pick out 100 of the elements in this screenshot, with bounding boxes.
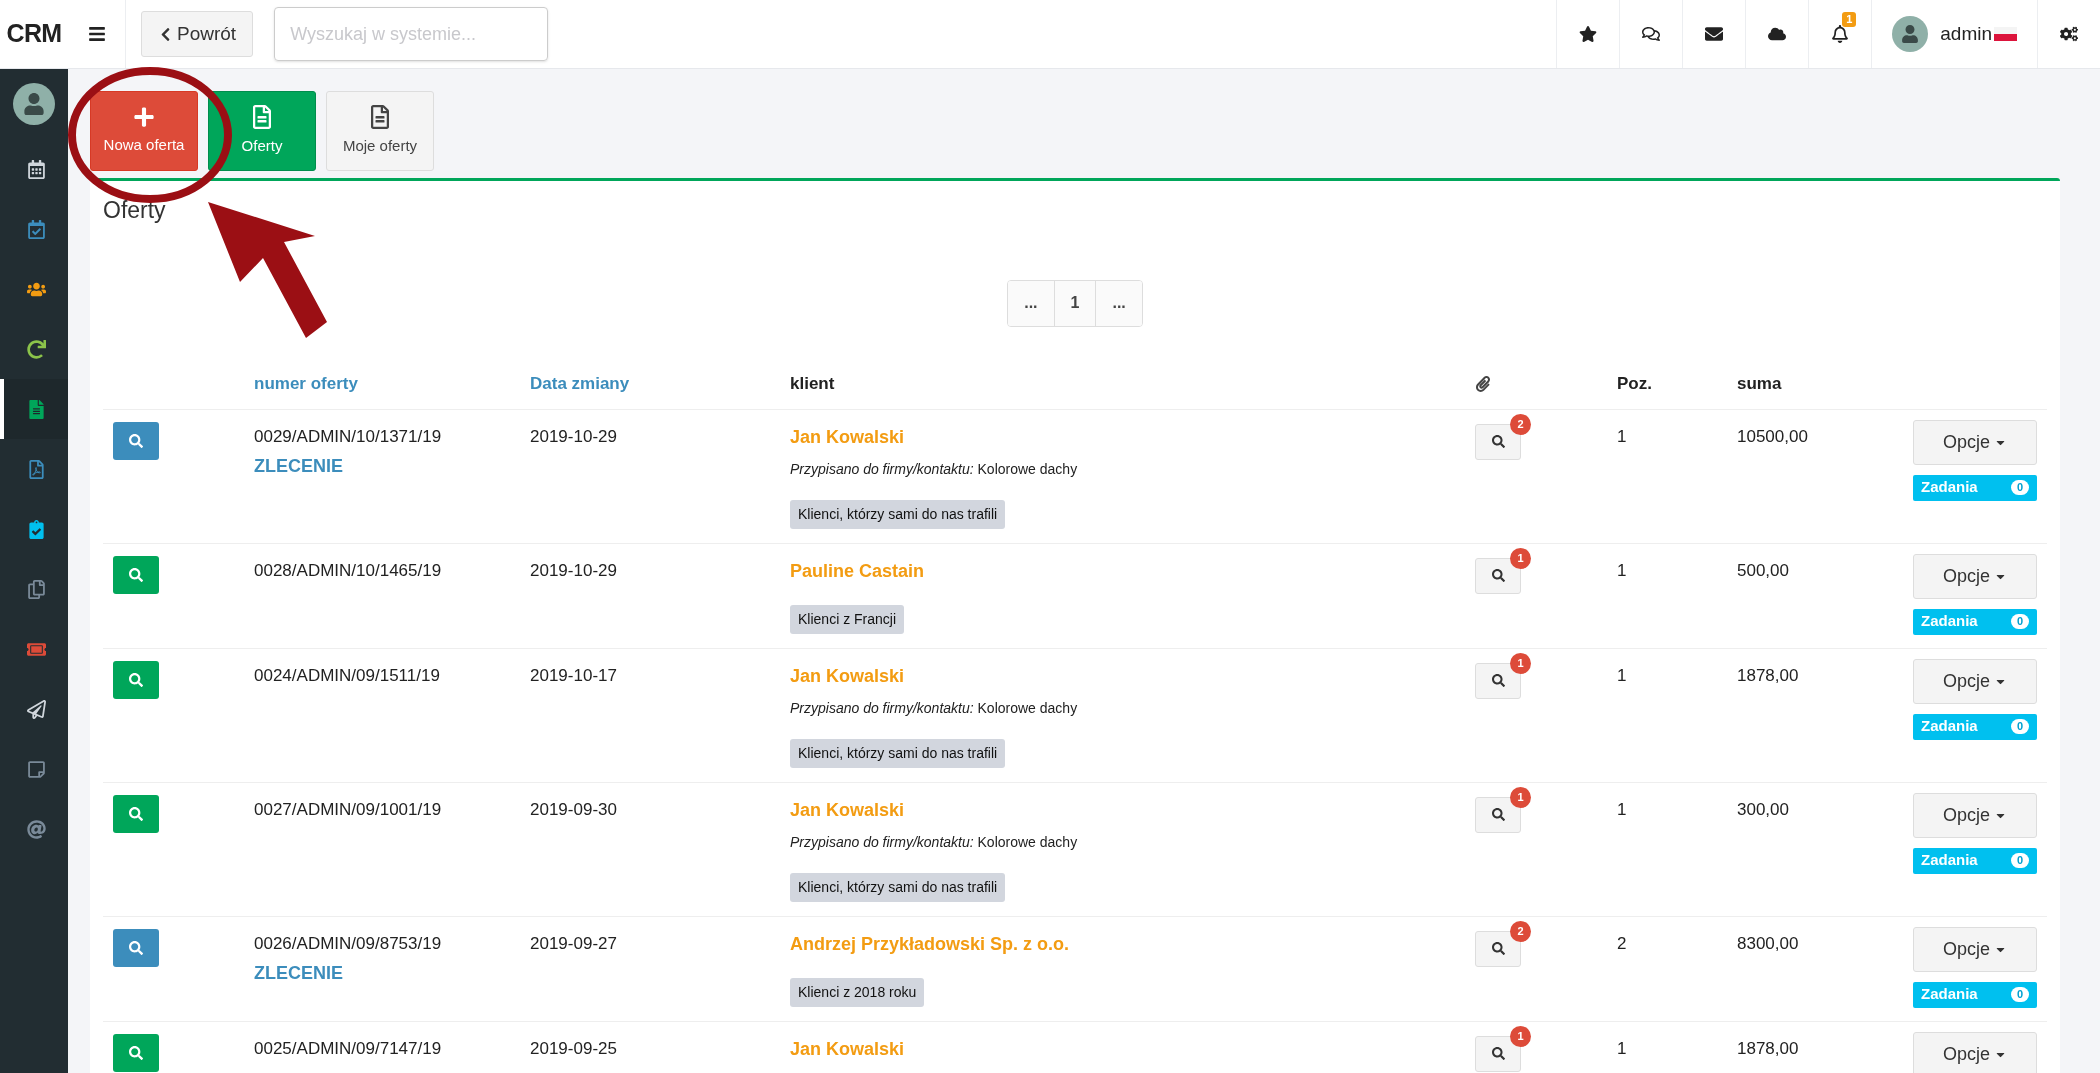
client-group-tag: Klienci, którzy sami do nas trafili [790, 872, 1006, 902]
tasks-button[interactable]: Zadania 0 [1913, 981, 2037, 1008]
client-link[interactable]: Jan Kowalski [790, 662, 905, 690]
positions-count: 1 [1617, 1038, 1627, 1058]
client-link[interactable]: Andrzej Przykładowski Sp. z o.o. [790, 930, 1070, 958]
bell-button[interactable]: 1 [1808, 0, 1872, 68]
client-group-tag: Klienci z Francji [790, 604, 905, 634]
options-button[interactable]: Opcje [1913, 792, 2037, 838]
positions-count: 2 [1617, 933, 1627, 953]
tasks-count-badge: 0 [2010, 614, 2029, 629]
change-date: 2019-10-29 [530, 426, 617, 446]
offer-number: 0027/ADMIN/09/1001/19 [254, 798, 443, 821]
settings-icon [2060, 25, 2078, 43]
tasks-button[interactable]: Zadania 0 [1913, 713, 2037, 740]
options-button[interactable]: Opcje [1913, 658, 2037, 704]
flag-icon [1994, 27, 2017, 41]
tasks-button[interactable]: Zadania 0 [1913, 608, 2037, 635]
toolbar-button[interactable]: Moje oferty [326, 91, 434, 171]
tasks-button[interactable]: Zadania 0 [1913, 474, 2037, 501]
tasks-button[interactable]: Zadania 0 [1913, 847, 2037, 874]
positions-count: 1 [1617, 560, 1627, 580]
client-group-tag: Klienci z 2018 roku [790, 977, 925, 1007]
options-button[interactable]: Opcje [1913, 419, 2037, 465]
offer-number: 0024/ADMIN/09/1511/19 [254, 664, 441, 687]
envelope-icon [1705, 25, 1724, 43]
search-icon [129, 1045, 143, 1060]
notification-badge: 1 [1842, 12, 1857, 27]
toolbar-button[interactable]: Oferty [208, 91, 316, 171]
offer-number: 0029/ADMIN/10/1371/19 [254, 425, 443, 448]
view-button[interactable] [113, 421, 159, 460]
search-icon [129, 806, 143, 821]
chat-icon [1642, 25, 1661, 43]
assigned-text: Przypisano do firmy/kontaktu: Kolorowe dachy [790, 832, 1078, 852]
change-date: 2019-10-17 [530, 665, 617, 685]
back-button[interactable]: Powrót [141, 11, 254, 57]
options-button[interactable]: Opcje [1913, 926, 2037, 972]
pagination-link[interactable]: ... [1095, 280, 1142, 326]
sort-link[interactable]: Data zmiany [530, 371, 630, 397]
column-header: klient [790, 373, 835, 396]
document-icon [368, 104, 392, 129]
options-button[interactable]: Opcje [1913, 1031, 2037, 1073]
view-button[interactable] [113, 928, 159, 967]
search-icon [1491, 435, 1505, 448]
view-button[interactable] [113, 794, 159, 833]
panel-title: Oferty [103, 196, 167, 225]
app-logo: CRM [6, 18, 62, 50]
client-link[interactable]: Jan Kowalski [790, 1035, 905, 1063]
tasks-count-badge: 0 [2010, 987, 2029, 1002]
search-icon [1491, 1047, 1505, 1060]
sort-link[interactable]: numer oferty [254, 371, 358, 397]
user-menu[interactable]: admin [1871, 0, 2037, 68]
attachment-count-badge: 1 [1510, 652, 1531, 674]
column-header: suma [1737, 373, 1782, 396]
search-icon [1491, 674, 1505, 687]
positions-count: 1 [1617, 665, 1627, 685]
view-button[interactable] [113, 1033, 159, 1072]
positions-count: 1 [1617, 799, 1627, 819]
pagination-link[interactable]: 1 [1053, 280, 1096, 326]
view-button[interactable] [113, 555, 159, 594]
pagination-link[interactable]: ... [1008, 280, 1054, 326]
paperclip-icon [1475, 376, 1491, 392]
search-icon [129, 433, 143, 448]
search-icon [1491, 942, 1505, 955]
sidebar-item[interactable] [0, 379, 68, 439]
offer-sum: 8300,00 [1737, 933, 1799, 953]
offer-sum: 500,00 [1737, 560, 1789, 580]
offer-number: 0028/ADMIN/10/1465/19 [254, 559, 443, 582]
search-icon [129, 567, 143, 582]
options-button[interactable]: Opcje [1913, 553, 2037, 599]
client-link[interactable]: Jan Kowalski [790, 423, 905, 451]
tasks-count-badge: 0 [2010, 480, 2029, 495]
bell-icon [1831, 25, 1850, 43]
star-icon [1579, 25, 1598, 43]
offer-number: 0025/ADMIN/09/7147/19 [254, 1037, 443, 1060]
change-date: 2019-09-25 [530, 1038, 617, 1058]
cloud-icon [1768, 25, 1787, 43]
assigned-text: Przypisano do firmy/kontaktu: Kolorowe dachy [790, 698, 1078, 718]
plus-icon [133, 105, 155, 128]
change-date: 2019-09-27 [530, 933, 617, 953]
change-date: 2019-09-30 [530, 799, 617, 819]
attachment-count-badge: 1 [1510, 1025, 1531, 1047]
offer-sum: 1878,00 [1737, 665, 1799, 685]
menu-icon [87, 25, 106, 43]
tasks-count-badge: 0 [2010, 719, 2029, 734]
attachment-count-badge: 1 [1510, 547, 1531, 569]
client-link[interactable]: Pauline Castain [790, 557, 925, 585]
search-icon [129, 940, 143, 955]
view-button[interactable] [113, 660, 159, 699]
search-icon [129, 672, 143, 687]
user-silhouette-icon [1901, 25, 1920, 43]
search-icon [1491, 569, 1505, 582]
client-link[interactable]: Jan Kowalski [790, 796, 905, 824]
offer-sum: 300,00 [1737, 799, 1789, 819]
order-tag: ZLECENIE [254, 453, 530, 480]
positions-count: 1 [1617, 426, 1627, 446]
order-tag: ZLECENIE [254, 960, 530, 987]
offer-number: 0026/ADMIN/09/8753/19 [254, 932, 443, 955]
tasks-count-badge: 0 [2010, 853, 2029, 868]
attachment-count-badge: 1 [1510, 786, 1531, 808]
toolbar-button[interactable]: Nowa oferta [90, 91, 198, 171]
